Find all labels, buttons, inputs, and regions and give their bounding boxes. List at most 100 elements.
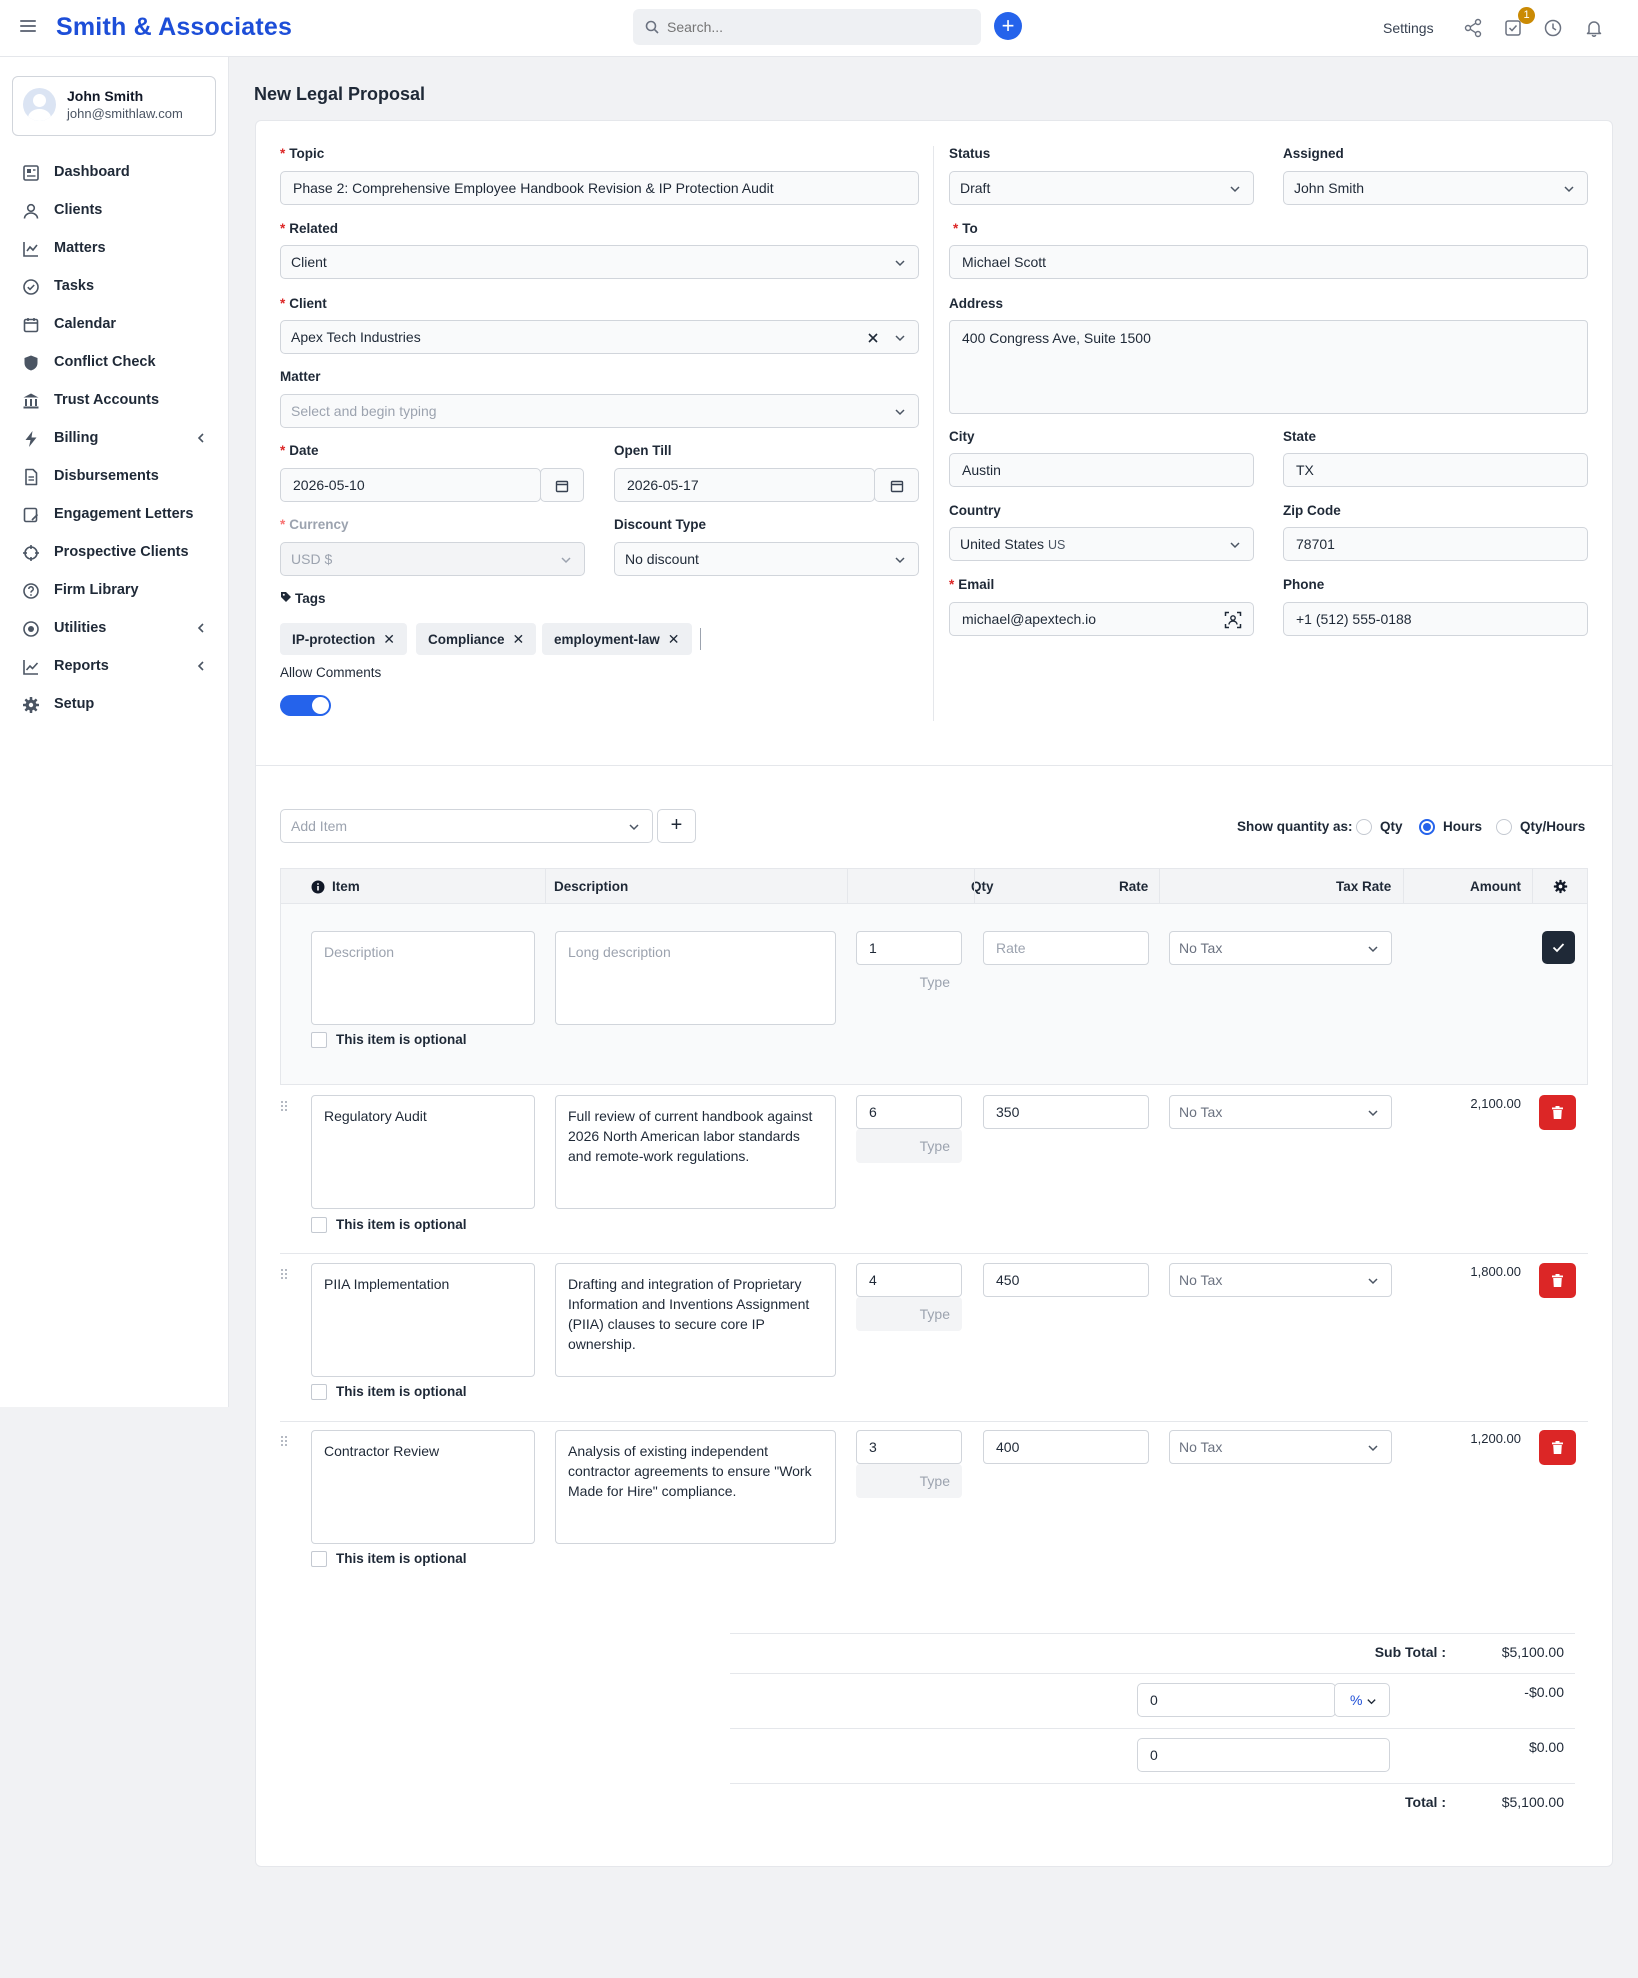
item-name-input[interactable]: Contractor Review: [311, 1430, 535, 1544]
calendar-icon: [555, 480, 569, 493]
new-item-unit-input[interactable]: Type: [856, 965, 962, 999]
contact-scan-icon[interactable]: [1224, 611, 1242, 629]
state-input[interactable]: TX: [1283, 453, 1588, 487]
drag-handle-icon[interactable]: [280, 1099, 288, 1115]
country-select[interactable]: United States US: [949, 527, 1254, 561]
item-rate-input[interactable]: 400: [983, 1430, 1149, 1464]
date-input[interactable]: 2026-05-10: [280, 468, 541, 502]
sidebar-item-reports[interactable]: Reports: [0, 652, 229, 682]
allow-comments-toggle[interactable]: [280, 695, 331, 716]
tag-input-cursor[interactable]: [700, 628, 701, 650]
item-description-input[interactable]: Full review of current handbook against …: [555, 1095, 836, 1209]
confirm-item-button[interactable]: [1542, 931, 1575, 964]
share-icon[interactable]: [1463, 18, 1483, 38]
menu-icon[interactable]: [20, 20, 36, 32]
item-unit-input[interactable]: Type: [856, 1464, 962, 1498]
topic-input[interactable]: Phase 2: Comprehensive Employee Handbook…: [280, 171, 919, 205]
hours-radio[interactable]: [1419, 819, 1435, 835]
item-rate-input[interactable]: 350: [983, 1095, 1149, 1129]
sidebar-item-billing[interactable]: Billing: [0, 424, 229, 454]
qty-hours-radio[interactable]: [1496, 819, 1512, 835]
assigned-select[interactable]: John Smith: [1283, 171, 1588, 205]
client-select[interactable]: Apex Tech Industries: [280, 320, 919, 354]
sidebar-item-engagement-letters[interactable]: Engagement Letters: [0, 500, 229, 530]
sidebar-item-matters[interactable]: Matters: [0, 234, 229, 264]
sidebar-item-utilities[interactable]: Utilities: [0, 614, 229, 644]
item-optional-checkbox[interactable]: [311, 1384, 327, 1400]
matter-select[interactable]: Select and begin typing: [280, 394, 919, 428]
clear-icon[interactable]: [868, 333, 878, 343]
tag-chip[interactable]: IP-protection ✕: [280, 623, 407, 655]
related-label: * Related: [280, 221, 339, 236]
quick-create-button[interactable]: +: [994, 12, 1022, 40]
settings-link[interactable]: Settings: [1383, 20, 1434, 36]
address-textarea[interactable]: 400 Congress Ave, Suite 1500: [949, 320, 1588, 414]
to-input[interactable]: Michael Scott: [949, 245, 1588, 279]
discount-unit-select[interactable]: %: [1334, 1683, 1390, 1717]
sidebar-item-setup[interactable]: Setup: [0, 690, 229, 720]
remove-tag-icon[interactable]: ✕: [383, 631, 395, 647]
user-profile-card[interactable]: John Smith john@smithlaw.com: [12, 76, 216, 136]
gear-icon[interactable]: [1553, 879, 1568, 894]
new-item-rate-input[interactable]: Rate: [983, 931, 1149, 965]
date-picker-button[interactable]: [540, 468, 584, 502]
item-unit-input[interactable]: Type: [856, 1297, 962, 1331]
delete-item-button[interactable]: [1539, 1263, 1576, 1298]
sidebar-item-clients[interactable]: Clients: [0, 196, 229, 226]
new-item-qty-input[interactable]: 1: [856, 931, 962, 965]
related-select[interactable]: Client: [280, 245, 919, 279]
discount-type-select[interactable]: No discount: [614, 542, 919, 576]
sidebar-item-conflict-check[interactable]: Conflict Check: [0, 348, 229, 378]
add-item-button[interactable]: +: [657, 809, 696, 843]
search-box[interactable]: [633, 9, 981, 45]
search-input[interactable]: [667, 9, 967, 45]
sidebar-item-trust-accounts[interactable]: Trust Accounts: [0, 386, 229, 416]
adjustment-input[interactable]: 0: [1137, 1738, 1390, 1772]
sidebar-item-disbursements[interactable]: Disbursements: [0, 462, 229, 492]
phone-input[interactable]: +1 (512) 555-0188: [1283, 602, 1588, 636]
brand-logo[interactable]: Smith & Associates: [56, 13, 292, 42]
city-input[interactable]: Austin: [949, 453, 1254, 487]
remove-tag-icon[interactable]: ✕: [513, 631, 525, 647]
delete-item-button[interactable]: [1539, 1095, 1576, 1130]
item-optional-checkbox[interactable]: [311, 1217, 327, 1233]
status-select[interactable]: Draft: [949, 171, 1254, 205]
item-optional-checkbox[interactable]: [311, 1551, 327, 1567]
sidebar-item-firm-library[interactable]: Firm Library: [0, 576, 229, 606]
add-item-select[interactable]: Add Item: [280, 809, 653, 843]
open-till-picker-button[interactable]: [874, 468, 919, 502]
item-description-input[interactable]: Analysis of existing independent contrac…: [555, 1430, 836, 1544]
discount-input[interactable]: 0: [1137, 1683, 1336, 1717]
remove-tag-icon[interactable]: ✕: [668, 631, 680, 647]
new-item-tax-select[interactable]: No Tax: [1169, 931, 1392, 965]
item-qty-input[interactable]: 6: [856, 1095, 962, 1129]
email-input[interactable]: michael@apextech.io: [949, 602, 1254, 636]
qty-radio[interactable]: [1356, 819, 1372, 835]
zip-input[interactable]: 78701: [1283, 527, 1588, 561]
drag-handle-icon[interactable]: [280, 1267, 288, 1283]
item-rate-input[interactable]: 450: [983, 1263, 1149, 1297]
new-item-optional-checkbox[interactable]: [311, 1032, 327, 1048]
tag-chip[interactable]: employment-law ✕: [542, 623, 692, 655]
new-item-long-description-input[interactable]: Long description: [555, 931, 836, 1025]
delete-item-button[interactable]: [1539, 1430, 1576, 1465]
item-name-input[interactable]: Regulatory Audit: [311, 1095, 535, 1209]
drag-handle-icon[interactable]: [280, 1434, 288, 1450]
tag-chip[interactable]: Compliance ✕: [416, 623, 537, 655]
item-qty-input[interactable]: 4: [856, 1263, 962, 1297]
item-unit-input[interactable]: Type: [856, 1129, 962, 1163]
item-tax-select[interactable]: No Tax: [1169, 1430, 1392, 1464]
sidebar-item-tasks[interactable]: Tasks: [0, 272, 229, 302]
sidebar-item-dashboard[interactable]: Dashboard: [0, 158, 229, 188]
bell-icon[interactable]: [1584, 18, 1604, 38]
item-qty-input[interactable]: 3: [856, 1430, 962, 1464]
open-till-input[interactable]: 2026-05-17: [614, 468, 875, 502]
clock-icon[interactable]: [1543, 18, 1563, 38]
new-item-description-input[interactable]: Description: [311, 931, 535, 1025]
sidebar-item-calendar[interactable]: Calendar: [0, 310, 229, 340]
item-name-input[interactable]: PIIA Implementation: [311, 1263, 535, 1377]
item-tax-select[interactable]: No Tax: [1169, 1095, 1392, 1129]
item-description-input[interactable]: Drafting and integration of Proprietary …: [555, 1263, 836, 1377]
sidebar-item-prospective-clients[interactable]: Prospective Clients: [0, 538, 229, 568]
item-tax-select[interactable]: No Tax: [1169, 1263, 1392, 1297]
